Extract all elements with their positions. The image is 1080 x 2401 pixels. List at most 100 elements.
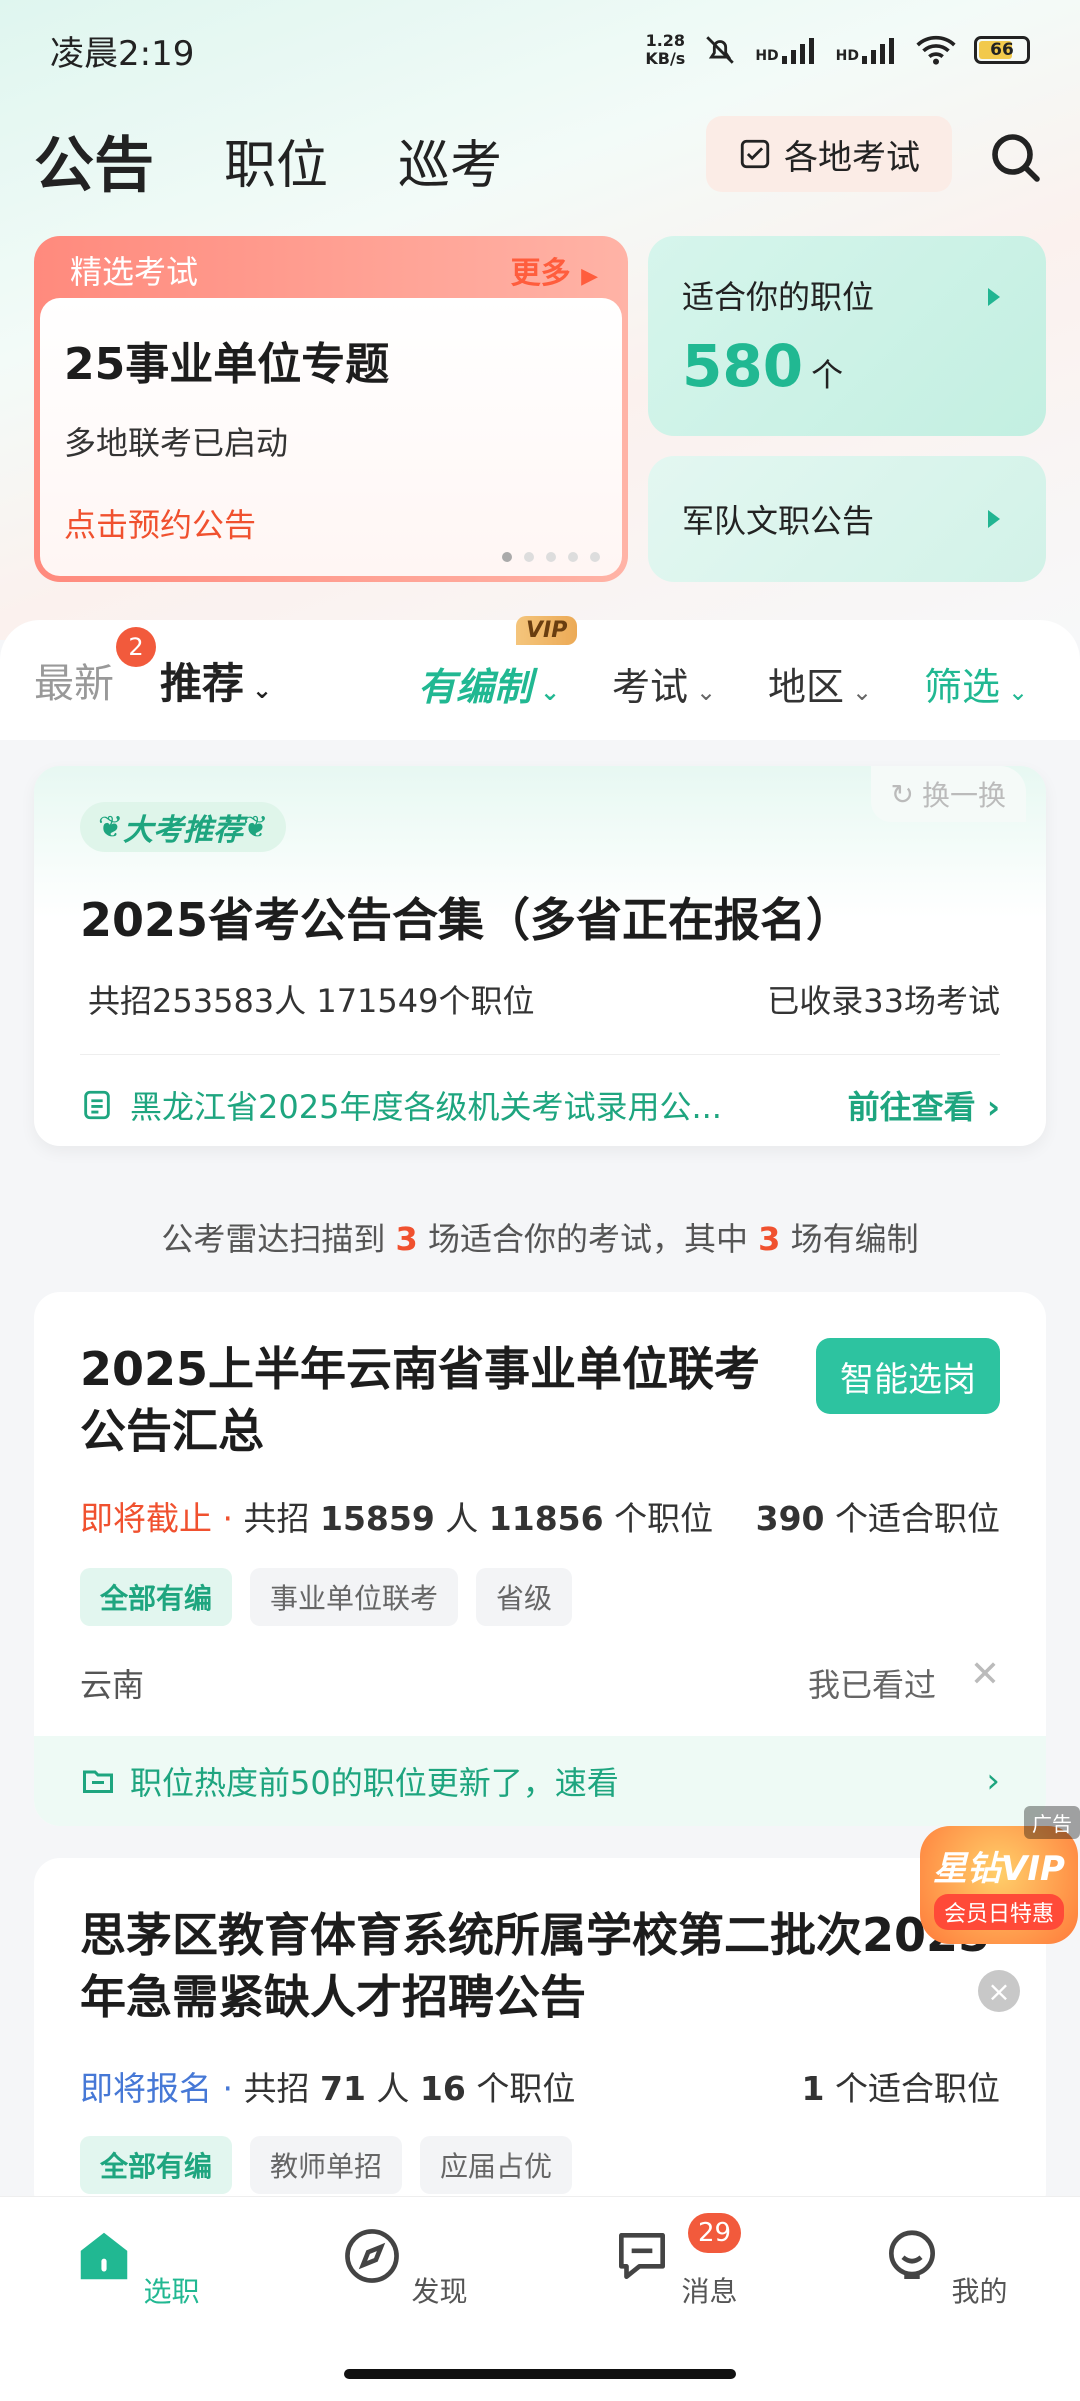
- radar-text: 场有编制: [780, 1220, 919, 1258]
- refresh-icon: ↻: [890, 777, 914, 811]
- fit-suffix: 个适合职位: [824, 1499, 1000, 1538]
- go-view-link[interactable]: 前往查看 ›: [848, 1082, 1000, 1128]
- regional-exams-button[interactable]: 各地考试: [706, 116, 952, 192]
- job-meta: 即将报名 · 共招 71 人 16 个职位: [80, 2062, 575, 2110]
- divider: [80, 1054, 1000, 1055]
- hd-label-2: HD: [835, 48, 859, 64]
- featured-body: 25事业单位专题 多地联考已启动 点击预约公告: [40, 298, 622, 576]
- job-tag: 教师单招: [250, 2136, 403, 2194]
- separator: ·: [212, 2069, 244, 2108]
- filter-region[interactable]: 地区 ⌄: [768, 656, 872, 711]
- positions-count-unit: 个: [811, 356, 844, 394]
- hot-positions-link[interactable]: 职位热度前50的职位更新了，速看 ›: [34, 1736, 1046, 1826]
- battery-level: 66: [990, 40, 1014, 60]
- featured-title: 25事业单位专题: [64, 339, 390, 390]
- smart-select-button[interactable]: 智能选岗: [816, 1338, 1000, 1414]
- chevron-down-icon: ⌄: [852, 678, 873, 706]
- filter-recommend[interactable]: 推荐 ⌄: [160, 650, 272, 711]
- chevron-right-icon: ›: [986, 1088, 1000, 1126]
- featured-more-link[interactable]: 更多 ▶: [511, 248, 598, 292]
- tab-positions[interactable]: 职位: [224, 123, 328, 198]
- status-time: 凌晨2:19: [50, 33, 195, 74]
- nav-label: 发现: [411, 2275, 468, 2308]
- hot-positions-text: 职位热度前50的职位更新了，速看: [130, 1764, 619, 1802]
- filter-bianzhi-label: 有编制: [418, 665, 533, 709]
- job-card[interactable]: 2025上半年云南省事业单位联考公告汇总 智能选岗 即将截止 · 共招 1585…: [34, 1292, 1046, 1826]
- laurel-icon: ❦: [243, 809, 269, 845]
- radar-summary: 公考雷达扫描到 3 场适合你的考试，其中 3 场有编制: [0, 1214, 1080, 1260]
- carousel-dot: [502, 552, 512, 562]
- regional-exams-label: 各地考试: [784, 137, 920, 178]
- major-exam-badge-label: 大考推荐: [123, 813, 244, 848]
- message-icon: [618, 2233, 665, 2279]
- top-tabs: 公告 职位 巡考: [34, 117, 502, 208]
- featured-exam-card[interactable]: 精选考试 更多 ▶ 25事业单位专题 多地联考已启动 点击预约公告: [34, 236, 628, 582]
- job-card[interactable]: 思茅区教育体育系统所属学校第二批次2025年急需紧缺人才招聘公告 即将报名 · …: [34, 1858, 1046, 2218]
- job-tag: 事业单位联考: [250, 1568, 459, 1626]
- job-status: 即将截止: [80, 1499, 212, 1538]
- job-title: 2025上半年云南省事业单位联考公告汇总: [80, 1342, 761, 1458]
- recommend-notice-text: 黑龙江省2025年度各级机关考试录用公...: [130, 1088, 722, 1126]
- featured-header-label: 精选考试: [70, 253, 199, 291]
- radar-text: 场适合你的考试，其中: [417, 1220, 759, 1258]
- chevron-down-icon: ⌄: [696, 678, 717, 706]
- filter-latest-label: 最新: [34, 661, 114, 707]
- fit-suffix: 个适合职位: [824, 2069, 1000, 2108]
- carousel-dot: [546, 552, 556, 562]
- chevron-down-icon: ⌄: [540, 678, 561, 706]
- swap-button[interactable]: ↻ 换一换: [870, 766, 1026, 822]
- suitable-positions-title: 适合你的职位: [682, 278, 875, 316]
- search-icon[interactable]: [988, 130, 1044, 186]
- nav-discover[interactable]: 发现: [334, 2225, 474, 2310]
- recruit-count: 15859: [319, 1499, 435, 1538]
- home-icon: [80, 2232, 127, 2280]
- vip-ad-banner[interactable]: 星钻VIP 会员日特惠 广告: [920, 1806, 1080, 1956]
- nav-profile[interactable]: 我的: [874, 2225, 1014, 2310]
- carousel-dot: [524, 552, 534, 562]
- filter-exam-label: 考试: [612, 665, 689, 709]
- major-exam-badge: ❦ 大考推荐 ❦: [80, 802, 287, 852]
- message-badge: 29: [688, 2213, 742, 2253]
- positions-count-number: 580: [682, 332, 804, 400]
- fit-count: 1: [801, 2069, 825, 2108]
- ad-close-icon[interactable]: ×: [978, 1970, 1020, 2012]
- suitable-positions-card[interactable]: 适合你的职位 580 个: [648, 236, 1046, 436]
- chevron-down-icon: ⌄: [1008, 678, 1029, 706]
- army-civilian-card[interactable]: 军队文职公告: [648, 456, 1046, 582]
- document-icon: [84, 1090, 110, 1120]
- suitable-positions-count: 580 个: [682, 332, 1012, 400]
- seen-button[interactable]: 我已看过: [808, 1660, 936, 1706]
- close-icon[interactable]: ✕: [970, 1654, 1000, 1695]
- recommend-notice-link[interactable]: 黑龙江省2025年度各级机关考试录用公...: [80, 1082, 800, 1128]
- profile-icon: [888, 2230, 935, 2279]
- home-indicator[interactable]: [344, 2369, 736, 2379]
- swap-label: 换一换: [921, 779, 1006, 812]
- filter-recommend-label: 推荐: [160, 658, 245, 708]
- carousel-dot: [568, 552, 578, 562]
- job-tag: 全部有编: [80, 1568, 233, 1626]
- recruit-suffix: 人: [365, 2069, 420, 2108]
- mute-bell-icon: [706, 36, 735, 64]
- nav-messages[interactable]: 29 消息: [604, 2213, 744, 2310]
- featured-header: 精选考试 更多 ▶: [40, 242, 622, 298]
- filter-bianzhi[interactable]: 有编制 ⌄: [418, 656, 560, 711]
- play-arrow-icon: ▶: [581, 264, 598, 289]
- battery-icon: 66: [974, 36, 1030, 64]
- featured-reserve-link[interactable]: 点击预约公告: [64, 500, 598, 546]
- major-exam-recommend-card[interactable]: ❦ 大考推荐 ❦ ↻ 换一换 2025省考公告合集（多省正在报名） 共招253583人…: [34, 766, 1046, 1146]
- filter-screen-label: 筛选: [924, 665, 1001, 709]
- job-tag: 全部有编: [80, 2136, 233, 2194]
- header: 公告 职位 巡考 各地考试: [0, 110, 1080, 210]
- checklist-icon: [740, 139, 770, 169]
- army-civilian-title: 军队文职公告: [682, 502, 875, 540]
- filter-latest[interactable]: 最新 2: [34, 627, 156, 709]
- nav-label: 我的: [951, 2275, 1008, 2308]
- tab-patrol[interactable]: 巡考: [398, 123, 502, 198]
- status-bar: 凌晨2:19 1.28 KB/s HD HD 66: [0, 0, 1080, 100]
- tab-announcements[interactable]: 公告: [34, 117, 154, 208]
- nav-select-job[interactable]: 选职: [66, 2225, 206, 2310]
- radar-count: 3: [395, 1220, 418, 1258]
- filter-exam[interactable]: 考试 ⌄: [612, 656, 716, 711]
- filter-screen[interactable]: 筛选 ⌄: [924, 656, 1028, 711]
- vip-badge: VIP: [516, 616, 578, 645]
